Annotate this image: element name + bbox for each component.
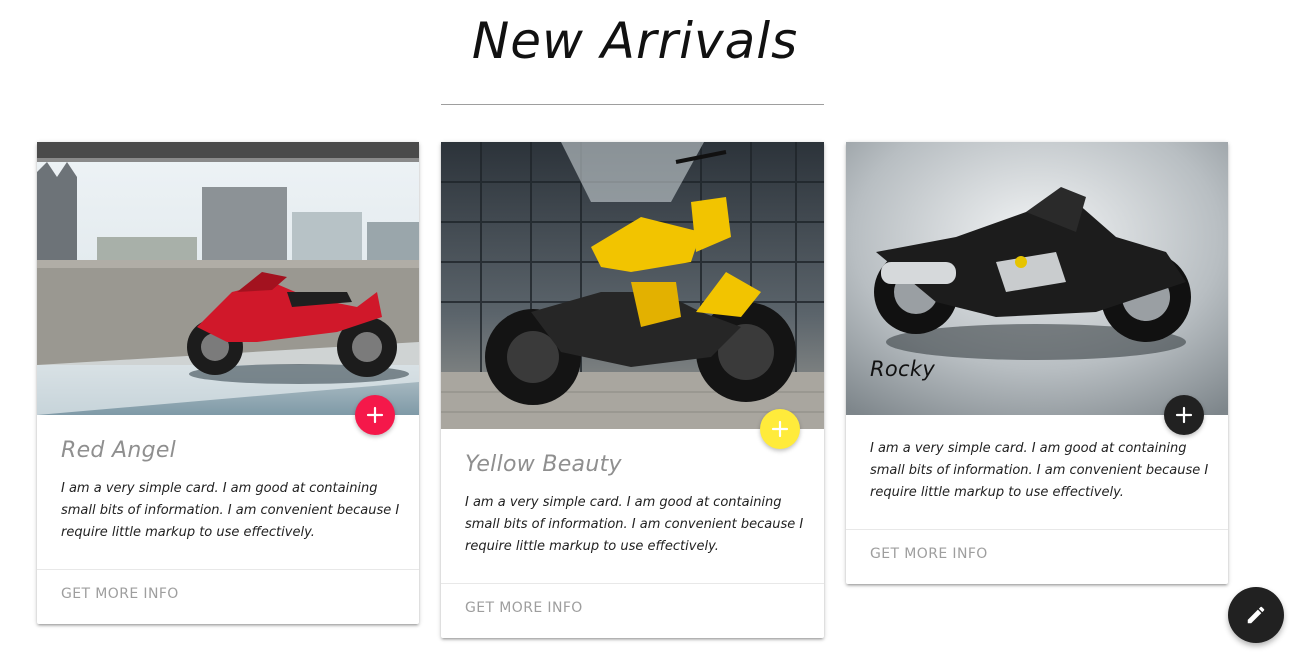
card-description: I am a very simple card. I am good at co… [465,495,804,554]
product-card-yellow-beauty: Yellow Beauty I am a very simple card. I… [441,142,824,638]
plus-icon [771,420,789,438]
pencil-icon [1247,606,1265,624]
add-yellow-beauty-button[interactable] [760,409,800,449]
card-description: I am a very simple card. I am good at co… [61,481,400,540]
add-red-angel-button[interactable] [355,395,395,435]
card-action-bar: GET MORE INFO [37,569,419,623]
card-image-yellow-motorcycle [441,142,824,429]
plus-icon [1175,406,1193,424]
add-rocky-button[interactable] [1164,395,1204,435]
edit-fab-button[interactable] [1228,587,1284,643]
card-title: Yellow Beauty [465,452,622,477]
page-title: New Arrivals [471,12,799,70]
title-divider [441,104,824,105]
get-more-info-link[interactable]: GET MORE INFO [465,600,583,616]
get-more-info-link[interactable]: GET MORE INFO [61,586,179,602]
card-action-bar: GET MORE INFO [846,529,1228,583]
card-action-bar: GET MORE INFO [441,583,824,637]
card-title: Rocky [870,357,936,381]
product-card-red-angel: Red Angel I am a very simple card. I am … [37,142,419,624]
product-card-rocky: Rocky I am a very simple card. I am good… [846,142,1228,584]
card-image-red-motorcycle [37,142,419,415]
get-more-info-link[interactable]: GET MORE INFO [870,546,988,562]
plus-icon [366,406,384,424]
card-title: Red Angel [61,438,177,463]
card-description: I am a very simple card. I am good at co… [870,441,1209,500]
